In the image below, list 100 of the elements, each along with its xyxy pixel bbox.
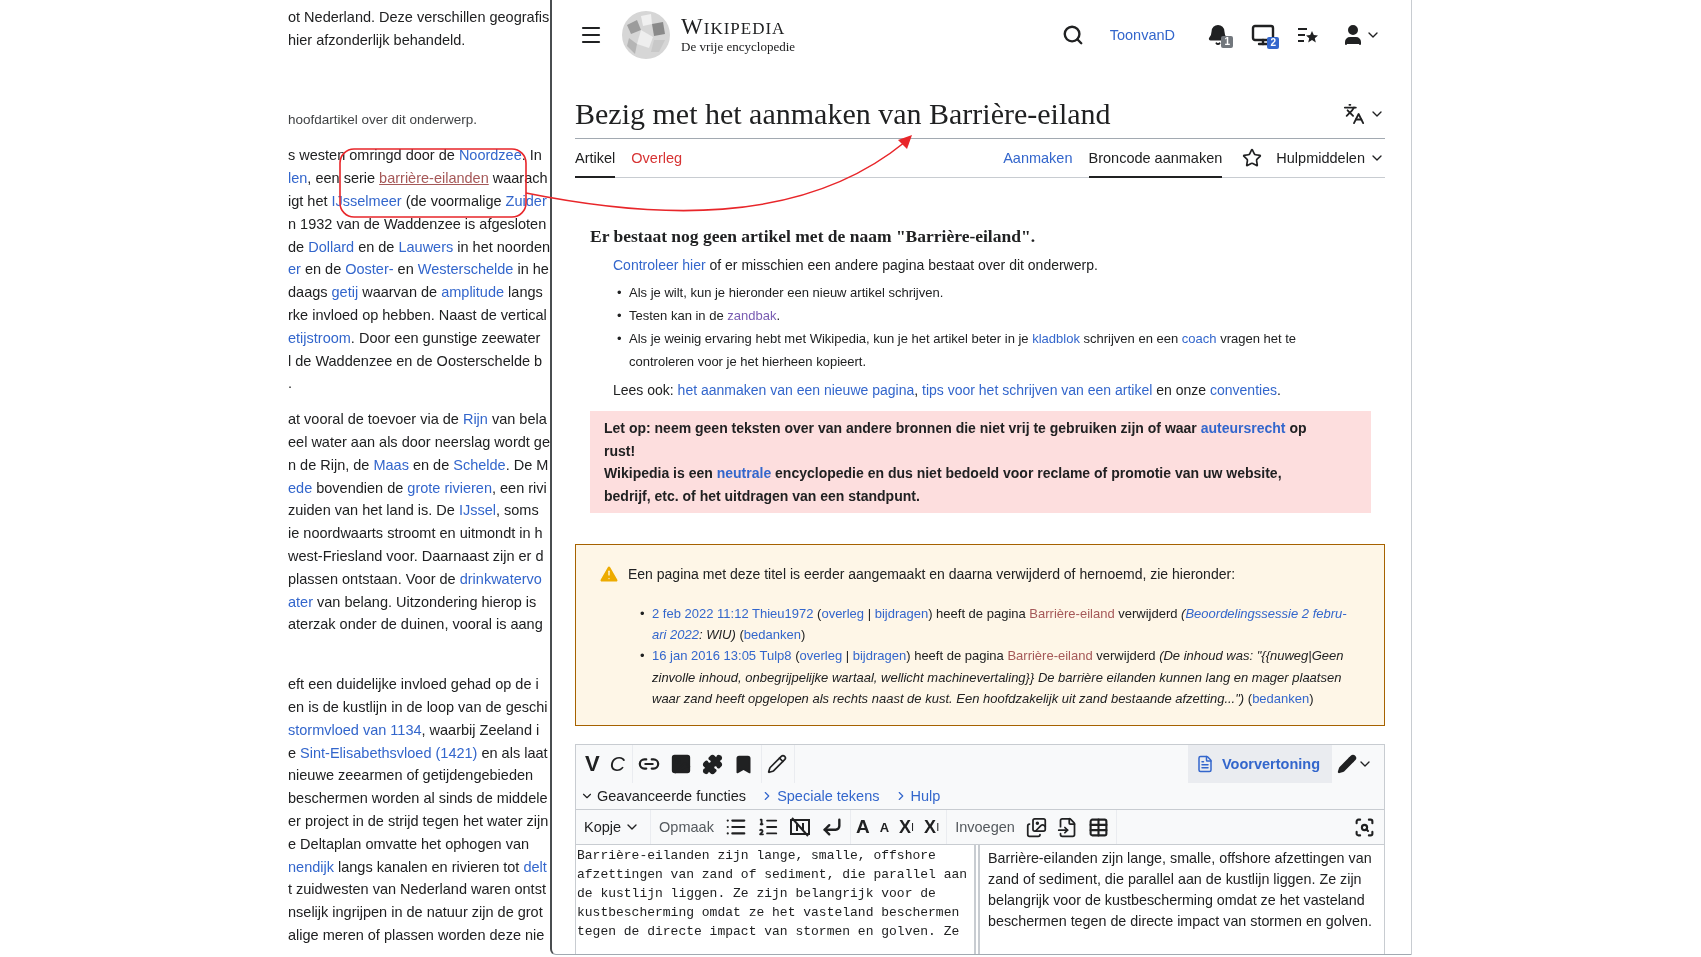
log-intro-text: Een pagina met deze titel is eerder aangemaakt en daarna verwijderd of hernoemd, zie hieronder: <box>628 565 1236 584</box>
link[interactable]: Schelde <box>453 456 506 473</box>
toolbar-section-tab[interactable]: Speciale tekens <box>760 788 880 804</box>
bullet-marker: • <box>617 330 623 348</box>
tagline: De vrije encyclopedie <box>681 38 796 54</box>
paragraph-line: aterzak onder de duinen, vooral is aang <box>288 615 543 635</box>
link[interactable]: stormvloed van 1134 <box>288 721 422 738</box>
paragraph-line: e Deltaplan omvatte het ophogen van <box>288 834 530 854</box>
paragraph-line: eel water aan als door neerslag wordt ge <box>288 432 550 452</box>
log-entry: 2 feb 2022 11:12 Thieu1972 (overleg | bijdragen) heeft de pagina Barrière-eiland verwijderd (Beoordelingssessie 2 febru- ari 2022: WIU) (bedanken) <box>652 605 1348 645</box>
link[interactable]: conventies <box>1210 382 1277 398</box>
tab[interactable]: Aanmaken <box>1003 139 1073 178</box>
group-label: Opmaak <box>658 819 715 835</box>
link[interactable]: Sint-Elisabethsvloed (1421) <box>300 744 478 761</box>
bullet-text: Als je weinig ervaring hebt met Wikipedia, kun je het artikel beter in je kladblok schrijven en een coach vragen het te controleren voor je het hierheen kopieert. <box>629 330 1297 371</box>
link[interactable]: kladblok <box>1032 331 1080 346</box>
toolbar-section-tab[interactable]: Geavanceerde functies <box>580 788 747 804</box>
link[interactable]: ari 2022 <box>652 627 699 643</box>
link[interactable]: bedanken <box>743 627 801 643</box>
globe-logo-icon <box>621 10 671 60</box>
paragraph-line: etijstroom. Door een gunstige zeewater <box>288 328 541 348</box>
link[interactable]: bijdragen <box>852 648 907 664</box>
user-link[interactable]: ToonvanD <box>1109 27 1175 43</box>
paragraph-line: stormvloed van 1134, waarbij Zeeland i <box>288 720 540 740</box>
link[interactable]: overleg <box>799 648 843 664</box>
heading-dropdown[interactable]: Kopje <box>576 819 649 835</box>
link[interactable]: Rijn <box>462 411 488 428</box>
link[interactable]: etijstroom <box>288 329 351 346</box>
tab[interactable]: Overleg <box>631 139 683 178</box>
paragraph-line: ie noordwaarts stroomt en uitmondt in h <box>288 524 543 544</box>
intro-text: Controleer hier of er misschien een andere pagina bestaat over dit onderwerp. <box>613 256 1099 275</box>
link[interactable]: Controleer hier <box>613 257 706 273</box>
link[interactable]: Westerschelde <box>417 261 514 278</box>
link[interactable]: 16 jan 2016 13:05 Tulp8 <box>652 648 792 664</box>
paragraph-line: ot Nederland. Deze verschillen geografis <box>288 8 550 27</box>
paragraph-line: n de Rijn, de Maas en de Schelde. De M <box>288 455 549 475</box>
bullet-marker: • <box>640 647 646 666</box>
preview-button[interactable]: Voorvertoning <box>1188 745 1332 783</box>
link[interactable]: coach <box>1181 331 1217 346</box>
smaller-button[interactable]: A <box>874 811 895 843</box>
paragraph-line: daags getij waarvan de amplitude langs <box>288 283 543 303</box>
link[interactable]: Barrière-eiland <box>1007 648 1093 664</box>
link[interactable]: ede <box>288 479 313 496</box>
link[interactable]: Lauwers <box>398 238 454 255</box>
link[interactable]: nendijk <box>288 858 334 875</box>
link[interactable]: amplitude <box>441 284 505 301</box>
tools-menu[interactable]: Hulpmiddelen <box>1276 139 1385 177</box>
link[interactable]: overleg <box>821 606 865 621</box>
bullet-text: Testen kan in de zandbak. <box>629 307 781 325</box>
link[interactable]: bedanken <box>1252 690 1310 706</box>
paragraph-line: n 1932 van de Waddenzee is afgesloten <box>288 214 547 234</box>
link[interactable]: delt <box>523 858 547 875</box>
count-badge: 1 <box>1221 36 1233 48</box>
bold-button[interactable]: V <box>580 748 605 780</box>
link[interactable]: Beoordelingssessie 2 febru- <box>1185 606 1347 621</box>
paragraph-line: alige meren of plassen worden deze nie <box>288 925 545 945</box>
bullet-marker: • <box>617 284 623 302</box>
link[interactable]: Ooster- <box>345 261 394 278</box>
link[interactable]: Noordzee <box>458 147 522 164</box>
paragraph-line: eft een duidelijke invloed gehad op de i <box>288 675 539 695</box>
italic-button[interactable]: C <box>604 748 630 780</box>
link[interactable]: Maas <box>373 456 409 473</box>
source-text-field[interactable]: Barrière-eilanden zijn lange, smalle, offshore afzettingen van zand of sediment, die parallel aan de kustlijn liggen. Ze zijn belangrijk voor de kustbescherming omdat ze het vasteland beschermen tegen de directe impact van stormen en golven. Ze <box>575 845 980 954</box>
link[interactable]: Barrière-eiland <box>1029 606 1115 621</box>
link[interactable]: 2 feb 2022 11:12 Thieu1972 <box>652 606 814 621</box>
preview-text: Barrière-eilanden zijn lange, smalle, offshore afzettingen van zand of sediment, die parallel aan de kustlijn liggen. Ze zijn belangrijk voor de kustbescherming omdat ze het vasteland beschermen tegen de directe impact van stormen en golven. <box>980 845 1385 954</box>
link[interactable]: grote rivieren <box>407 479 492 496</box>
warning-text: Let op: neem geen teksten over van andere bronnen die niet vrij te gebruiken zijn of waar auteursrecht op rust! <box>604 419 1308 461</box>
link[interactable]: neutrale <box>716 465 772 481</box>
link[interactable]: IJssel <box>458 502 496 519</box>
link[interactable]: auteursrecht <box>1200 420 1286 436</box>
paragraph-line: ede bovendien de grote rivieren, een rivi <box>288 478 547 498</box>
paragraph-line: nendijk langs kanalen en rivieren tot delt <box>288 857 547 877</box>
toolbar-section-tab[interactable]: Hulp <box>893 788 941 804</box>
paragraph-line: rke invloed op hebben. Naast de vertical <box>288 305 547 325</box>
paragraph-line: er project in de strijd tegen het water zijn <box>288 811 549 831</box>
paragraph-line: t zuidwesten van Nederland waren ontst <box>288 880 546 900</box>
warning-text: Wikipedia is een neutrale encyclopedie en dus niet bedoeld voor reclame of promotie van uw website, bedrijf, etc. of het uitdragen van een standpunt. <box>604 464 1283 506</box>
link[interactable]: drinkwatervo <box>459 570 542 587</box>
tab[interactable]: Broncode aanmaken <box>1088 139 1223 178</box>
paragraph-line: en is de kustlijn in de loop van de geschi <box>288 697 548 717</box>
paragraph-line: . <box>288 374 293 394</box>
link[interactable]: tips voor het schrijven van een artikel <box>922 382 1153 398</box>
bigger-button[interactable]: A <box>850 811 875 843</box>
link[interactable]: ater <box>288 593 313 610</box>
bullet-marker: • <box>617 307 623 325</box>
link[interactable]: Dollard <box>308 238 355 255</box>
paragraph-line: zuiden van het land is. De IJssel, soms <box>288 501 539 521</box>
tab[interactable]: Artikel <box>575 139 616 178</box>
paragraph-line: plassen ontstaan. Voor de drinkwatervo <box>288 569 542 589</box>
wordmark[interactable]: WIKIPEDIA <box>681 16 796 39</box>
link[interactable]: getij <box>331 284 359 301</box>
link[interactable]: er <box>288 261 301 278</box>
paragraph-line: at vooral de toevoer via de Rijn van bela <box>288 410 547 430</box>
page-title: Bezig met het aanmaken van Barrière-eiland <box>575 96 1111 132</box>
paragraph-line: nselijk ingrijpen in de natuur zijn de grot <box>288 903 543 923</box>
paragraph-line: hier afzonderlijk behandeld. <box>288 30 466 50</box>
link[interactable]: barrière-eilanden <box>379 170 489 187</box>
link[interactable]: bijdragen <box>874 606 929 621</box>
paragraph-line: er en de Ooster- en Westerschelde in he <box>288 260 549 280</box>
